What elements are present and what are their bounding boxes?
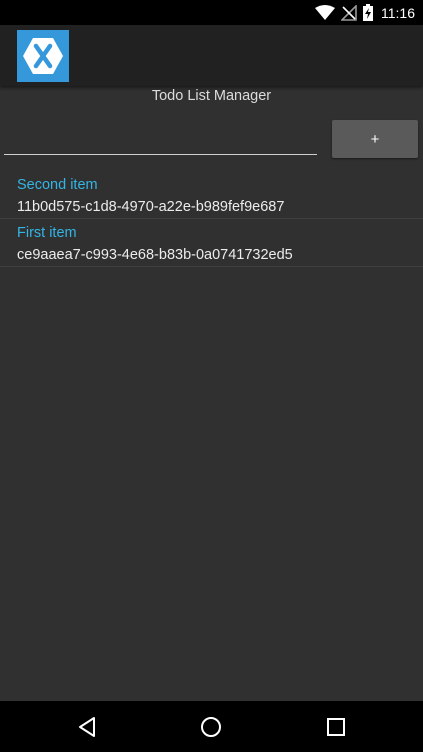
add-button[interactable]: + bbox=[332, 120, 418, 158]
screen: 11:16 Todo List Manager + Second item 11… bbox=[0, 0, 423, 752]
todo-list: Second item 11b0d575-c1d8-4970-a22e-b989… bbox=[0, 171, 423, 267]
nav-bar bbox=[0, 701, 423, 752]
status-bar: 11:16 bbox=[0, 0, 423, 25]
list-item[interactable]: Second item 11b0d575-c1d8-4970-a22e-b989… bbox=[0, 171, 423, 219]
recents-icon[interactable] bbox=[323, 714, 349, 740]
item-id: ce9aaea7-c993-4e68-b83b-0a0741732ed5 bbox=[17, 247, 293, 263]
status-icons: 11:16 bbox=[315, 0, 415, 25]
wifi-icon bbox=[315, 4, 335, 21]
todo-input[interactable] bbox=[4, 117, 317, 155]
no-signal-icon bbox=[341, 4, 357, 21]
action-bar bbox=[0, 25, 423, 86]
back-icon[interactable] bbox=[74, 714, 100, 740]
item-title: Second item bbox=[17, 177, 98, 193]
battery-charging-icon bbox=[363, 4, 373, 21]
list-item[interactable]: First item ce9aaea7-c993-4e68-b83b-0a074… bbox=[0, 219, 423, 267]
page-title: Todo List Manager bbox=[151, 88, 272, 104]
item-id: 11b0d575-c1d8-4970-a22e-b989fef9e687 bbox=[17, 199, 285, 215]
item-title: First item bbox=[17, 225, 77, 241]
status-time: 11:16 bbox=[381, 4, 415, 21]
xamarin-logo-icon bbox=[17, 30, 69, 82]
home-icon[interactable] bbox=[198, 714, 224, 740]
